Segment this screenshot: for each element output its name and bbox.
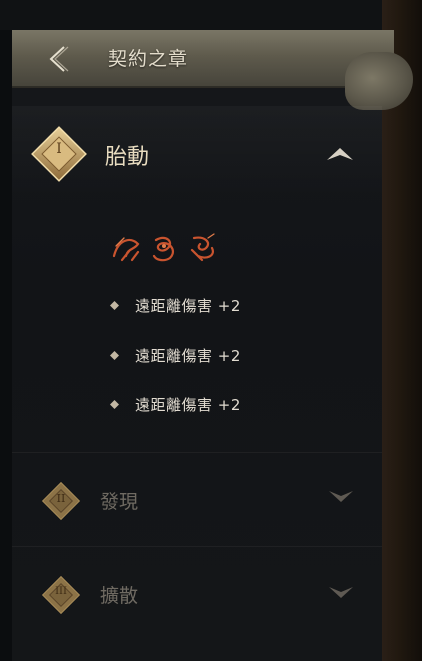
sigil-row [108,226,228,270]
chevron-up-icon [327,148,353,160]
numeral-label-1: I [56,141,62,157]
divider [12,546,382,547]
section-header-1[interactable]: I 胎動 [12,106,382,198]
diamond-bullet-icon [110,300,119,310]
chevron-down-icon [329,587,353,598]
collapse-toggle-1[interactable] [325,144,355,168]
expand-toggle-2[interactable] [327,488,355,510]
beast-sigil-icon [112,237,140,262]
top-strip [0,0,422,30]
chevron-down-icon [329,491,353,502]
dragon-sigil-icon [190,233,215,262]
bonus-text: 遠距離傷害 +2 [135,296,241,315]
list-item: 遠距離傷害 +2 [110,290,241,320]
bonus-text: 遠距離傷害 +2 [135,395,241,414]
section-header-3[interactable]: III 擴散 [12,556,382,636]
bonus-text: 遠距離傷害 +2 [135,346,241,365]
section-header-2[interactable]: II 發現 [12,460,382,536]
list-item: 遠距離傷害 +2 [110,340,241,370]
expand-toggle-3[interactable] [327,584,355,606]
chevron-left-icon [49,46,69,72]
numeral-label-3: III [55,586,67,597]
divider [12,452,382,453]
section-title-2: 發現 [100,491,139,513]
section-title-3: 擴散 [100,585,139,607]
numeral-label-2: II [56,492,66,505]
diamond-bullet-icon [110,350,119,360]
serpent-sigil-icon [152,236,175,262]
section-title-1: 胎動 [105,145,150,170]
diamond-bullet-icon [110,399,119,409]
banner-scroll-curl [345,52,413,110]
back-button[interactable] [42,42,76,76]
list-item: 遠距離傷害 +2 [110,389,241,419]
page-title: 契約之章 [108,48,189,70]
